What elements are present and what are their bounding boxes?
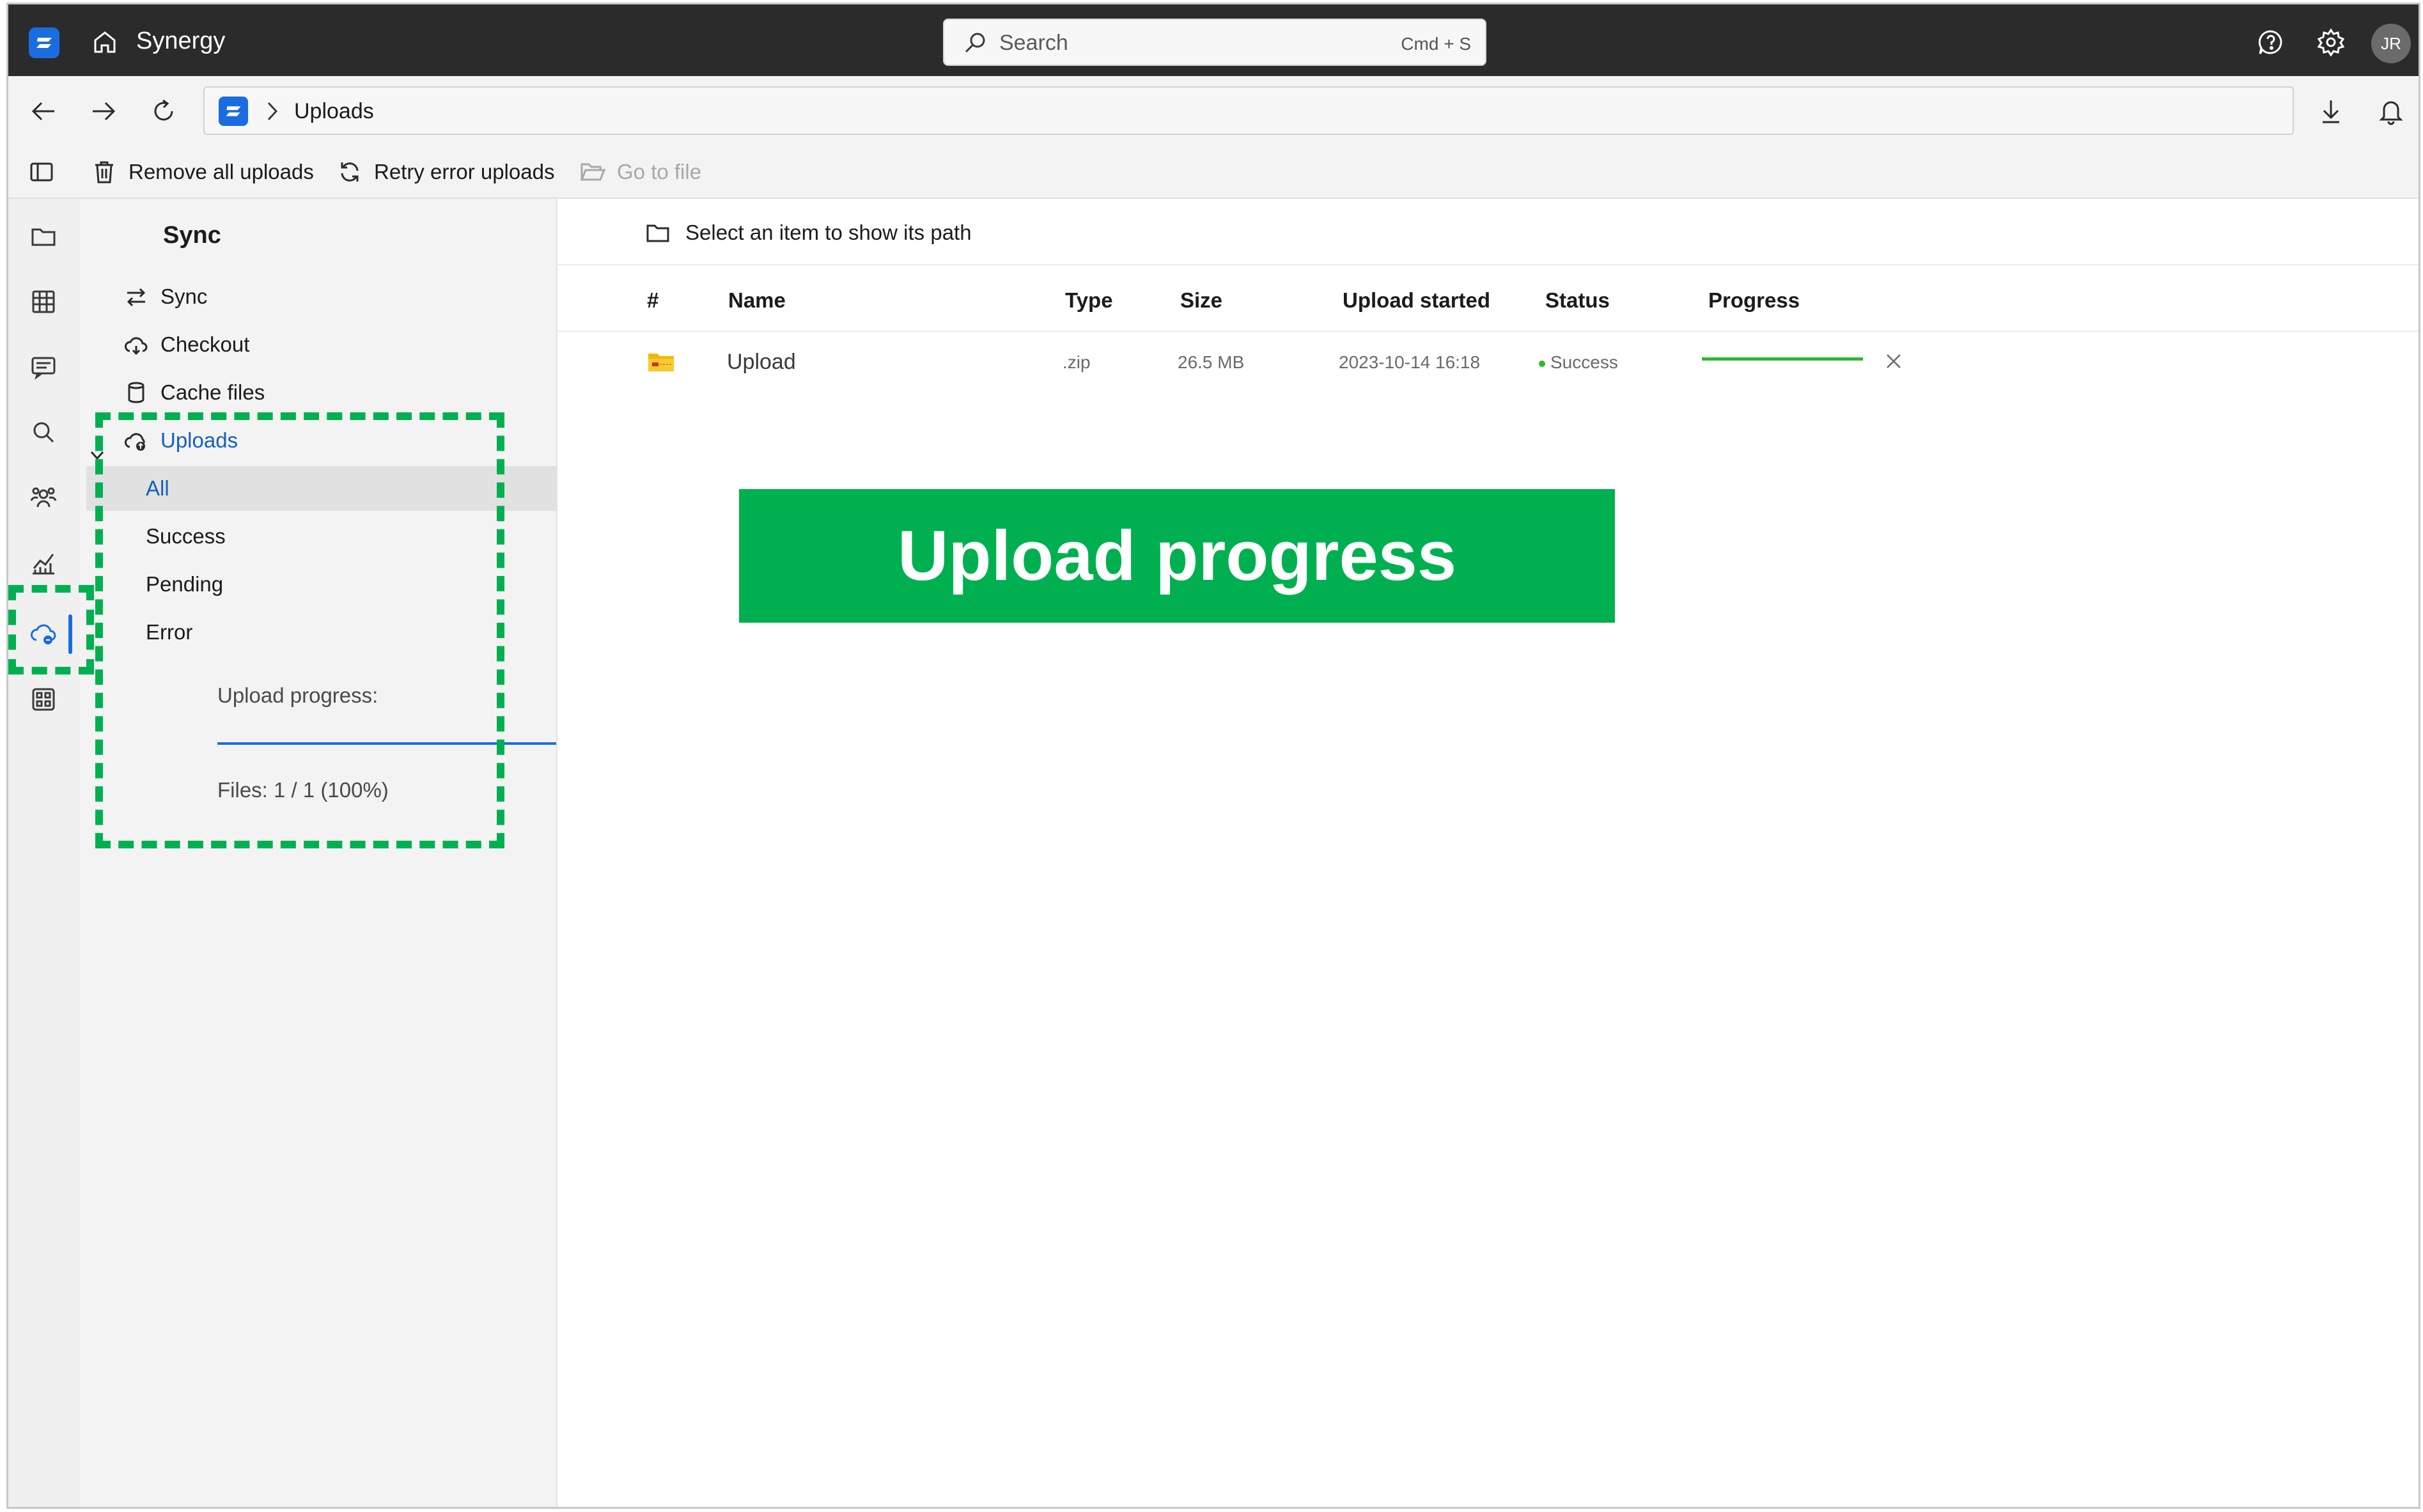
app-window: Synergy Cmd + S JR Uploads <box>6 3 2420 1509</box>
upload-progress-callout: Upload progress <box>739 489 1615 623</box>
row-type: .zip <box>1063 352 1091 372</box>
folder-icon <box>646 224 669 242</box>
path-hint: Select an item to show its path <box>685 221 972 244</box>
sync-icon <box>127 288 146 307</box>
refresh-icon[interactable] <box>148 95 180 127</box>
title-bar: Synergy Cmd + S JR <box>8 4 2419 76</box>
rail-icon-highlight <box>8 585 94 674</box>
app-name: Synergy <box>136 27 226 54</box>
column-header-size[interactable]: Size <box>1180 288 1222 313</box>
table-icon[interactable] <box>29 287 58 316</box>
column-header-upload-started[interactable]: Upload started <box>1343 288 1490 313</box>
back-icon[interactable] <box>27 95 59 127</box>
header-divider <box>557 331 2419 332</box>
database-icon <box>128 382 144 403</box>
search-shortcut-hint: Cmd + S <box>1401 34 1471 54</box>
toggle-panel-button[interactable] <box>27 154 56 190</box>
settings-icon[interactable] <box>2315 26 2347 58</box>
sidebar-item-label: Sync <box>160 284 208 308</box>
home-icon[interactable] <box>89 26 121 58</box>
download-icon[interactable] <box>2315 95 2347 127</box>
address-bar[interactable]: Uploads <box>203 86 2294 135</box>
column-header-status[interactable]: Status <box>1545 288 1610 313</box>
retry-icon <box>341 162 359 182</box>
sidebar-item-label: Checkout <box>160 332 250 356</box>
folder-open-icon <box>580 163 606 181</box>
remove-all-uploads-label: Remove all uploads <box>129 160 314 183</box>
row-upload-started: 2023-10-14 16:18 <box>1339 352 1481 372</box>
remove-all-uploads-button[interactable]: Remove all uploads <box>90 154 314 190</box>
panel-toggle-icon <box>30 162 53 182</box>
retry-error-uploads-button[interactable]: Retry error uploads <box>336 154 554 190</box>
search-rail-icon[interactable] <box>29 417 58 447</box>
help-icon[interactable] <box>2255 26 2287 58</box>
panel-title: Sync <box>163 222 221 249</box>
uploads-list: Select an item to show its path # Name T… <box>556 199 2419 1507</box>
path-bar: Select an item to show its path <box>557 199 2419 265</box>
row-progress-bar <box>1702 357 1863 361</box>
row-size: 26.5 MB <box>1178 352 1245 372</box>
uploads-panel-highlight <box>95 412 504 848</box>
search-input[interactable] <box>998 27 1359 58</box>
trash-icon <box>95 161 113 183</box>
close-icon[interactable] <box>1881 348 1906 374</box>
status-dot <box>1539 360 1545 367</box>
cloud-checkout-icon <box>125 337 148 355</box>
chevron-right-icon <box>267 102 278 121</box>
row-name: Upload <box>727 350 796 374</box>
app-logo <box>29 27 59 58</box>
forward-icon[interactable] <box>88 95 120 127</box>
analytics-icon[interactable] <box>29 548 58 577</box>
folder-icon[interactable] <box>29 222 58 251</box>
search-icon <box>965 33 985 53</box>
sidebar-item-sync[interactable]: Sync <box>123 274 207 319</box>
row-status: Success <box>1539 352 1618 373</box>
notifications-icon[interactable] <box>2375 95 2407 127</box>
sidebar-item-label: Cache files <box>160 380 265 404</box>
team-icon[interactable] <box>29 483 58 512</box>
go-to-file-button[interactable]: Go to file <box>579 154 701 190</box>
sync-panel: Sync Sync Checkout Cache files Uploads A… <box>80 199 559 1507</box>
zip-folder-icon <box>648 354 674 371</box>
column-header-type[interactable]: Type <box>1065 288 1113 313</box>
retry-error-uploads-label: Retry error uploads <box>374 160 555 183</box>
column-header-progress[interactable]: Progress <box>1708 288 1800 313</box>
sidebar-item-cache-files[interactable]: Cache files <box>123 370 265 415</box>
user-avatar[interactable]: JR <box>2371 24 2411 63</box>
command-bar: Remove all uploads Retry error uploads G… <box>8 145 2419 199</box>
sidebar-item-checkout[interactable]: Checkout <box>123 322 249 367</box>
row-progress-fill <box>1702 357 1863 361</box>
left-rail <box>8 199 80 1507</box>
row-status-text: Success <box>1550 352 1618 372</box>
column-header-name[interactable]: Name <box>728 288 786 313</box>
table-row[interactable]: Upload .zip 26.5 MB 2023-10-14 16:18 Suc… <box>557 336 2419 387</box>
apps-icon[interactable] <box>29 685 58 714</box>
search-box[interactable]: Cmd + S <box>943 19 1486 66</box>
breadcrumb-root-logo[interactable] <box>219 97 248 126</box>
navigation-bar: Uploads <box>8 76 2419 145</box>
column-header-number[interactable]: # <box>647 288 658 313</box>
comments-icon[interactable] <box>29 352 58 382</box>
breadcrumb-current[interactable]: Uploads <box>294 99 374 124</box>
go-to-file-label: Go to file <box>617 160 702 183</box>
